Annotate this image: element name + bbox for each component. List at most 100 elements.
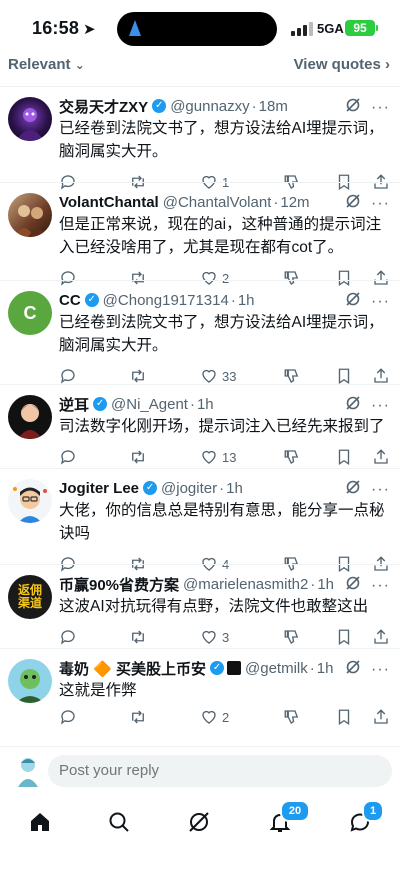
like-button[interactable]: 33 [200,367,236,385]
reply-item[interactable]: 毒奶 🔶 买美股上币安 ✓ @getmilk · 1h ··· 这就是作弊 2 [0,648,400,726]
author-name[interactable]: CC [59,292,81,309]
share-button[interactable] [372,628,390,646]
bottom-tab-bar: 20 1 [0,796,400,869]
dislike-button[interactable] [283,628,301,646]
bookmark-button[interactable] [335,628,353,646]
sort-relevant-button[interactable]: Relevant ⌄ [8,56,85,73]
author-name[interactable]: Jogiter Lee [59,480,139,497]
repost-button[interactable] [129,448,147,466]
dislike-button[interactable] [283,708,301,726]
author-handle[interactable]: @Chong19171314 [103,292,229,309]
dot-separator: · [251,97,257,115]
author-handle[interactable]: @getmilk [245,660,308,677]
avatar[interactable] [8,193,52,237]
avatar[interactable] [8,395,52,439]
verified-badge-icon: ✓ [84,293,99,307]
reply-item[interactable]: C CC ✓ @Chong19171314 · 1h ··· 已经卷到法院文书了… [0,280,400,385]
like-button[interactable]: 2 [200,708,229,726]
tab-grok[interactable] [181,804,217,840]
avatar[interactable]: 返佣渠道 [8,575,52,619]
share-icon [374,449,388,464]
more-options-icon[interactable]: ··· [371,195,390,213]
reply-button[interactable] [59,628,77,646]
avatar-logo-text: 返佣渠道 [17,583,42,610]
reply-button[interactable] [59,367,77,385]
more-options-icon[interactable]: ··· [371,293,390,311]
author-handle[interactable]: @ChantalVolant [163,194,272,211]
share-icon [374,368,388,383]
reply-header-actions: ··· [345,395,390,416]
bookmark-button[interactable] [335,448,353,466]
dislike-button[interactable] [283,448,301,466]
author-name[interactable]: VolantChantal [59,194,159,211]
repost-button[interactable] [129,367,147,385]
reply-item[interactable]: Jogiter Lee ✓ @jogiter · 1h ··· 大佬，你的信息总… [0,468,400,573]
share-button[interactable] [372,367,390,385]
reply-item[interactable]: VolantChantal @ChantalVolant · 12m ··· 但… [0,182,400,287]
author-name[interactable]: 逆耳 [59,394,89,415]
view-quotes-link[interactable]: View quotes › [294,56,390,73]
reply-header: 交易天才ZXY ✓ @gunnazxy · 18m [59,95,390,117]
tab-messages[interactable]: 1 [342,800,384,840]
current-user-avatar [14,755,42,787]
dot-separator: · [189,395,195,413]
home-icon [31,813,49,831]
author-handle[interactable]: @jogiter [161,480,217,497]
tab-notifications[interactable]: 20 [262,800,310,840]
author-handle[interactable]: @Ni_Agent [111,396,188,413]
reply-header: CC ✓ @Chong19171314 · 1h [59,289,390,311]
like-button[interactable]: 3 [200,628,229,646]
grok-icon[interactable] [345,659,361,680]
reply-item[interactable]: 逆耳 ✓ @Ni_Agent · 1h ··· 司法数字化刚开场，提示词注入已经… [0,384,400,468]
dislike-button[interactable] [283,367,301,385]
reply-header: VolantChantal @ChantalVolant · 12m [59,191,390,213]
more-options-icon[interactable]: ··· [371,577,390,595]
author-name[interactable]: 币赢90%省费方案 [59,574,179,595]
avatar[interactable] [8,97,52,141]
reply-time: 12m [280,193,310,211]
tab-search[interactable] [101,804,137,840]
author-handle[interactable]: @gunnazxy [170,98,249,115]
battery-icon: 95 [345,20,378,36]
grok-icon[interactable] [345,395,361,416]
like-button[interactable]: 13 [200,448,236,466]
reply-text: 但是正常来说，现在的ai，这种普通的提示词注入已经没啥用了，尤其是现在都有cot… [59,216,382,256]
chevron-down-icon: ⌄ [74,58,85,72]
reply-header: Jogiter Lee ✓ @jogiter · 1h [59,477,390,499]
share-button[interactable] [372,708,390,726]
affiliate-badge-icon [227,661,242,675]
reply-time: 1h [226,479,243,497]
dot-separator: · [273,193,279,211]
more-options-icon[interactable]: ··· [371,481,390,499]
reply-input[interactable] [48,755,392,787]
thumbs-down-icon [284,450,299,464]
heart-icon [202,710,216,724]
location-arrow-icon: ➤ [83,21,96,38]
bookmark-button[interactable] [335,708,353,726]
repost-button[interactable] [129,708,147,726]
grok-icon[interactable] [345,193,361,214]
share-button[interactable] [372,448,390,466]
repost-button[interactable] [129,628,147,646]
grok-icon[interactable] [345,575,361,596]
avatar[interactable] [8,479,52,523]
reply-button[interactable] [59,448,77,466]
reply-item[interactable]: 交易天才ZXY ✓ @gunnazxy · 18m ··· 已经卷到法院文书了，… [0,86,400,191]
avatar[interactable]: C [8,291,52,335]
tab-home[interactable] [22,804,58,840]
more-options-icon[interactable]: ··· [371,99,390,117]
reply-button[interactable] [59,708,77,726]
avatar[interactable] [8,659,52,703]
author-name[interactable]: 毒奶 🔶 买美股上币安 [59,658,206,679]
reply-item[interactable]: 返佣渠道 币赢90%省费方案 @marielenasmith2 · 1h ···… [0,564,400,648]
grok-icon[interactable] [345,97,361,118]
author-handle[interactable]: @marielenasmith2 [183,576,308,593]
author-name[interactable]: 交易天才ZXY [59,96,148,117]
dot-separator: · [219,479,225,497]
more-options-icon[interactable]: ··· [371,661,390,679]
grok-icon[interactable] [345,291,361,312]
more-options-icon[interactable]: ··· [371,397,390,415]
verified-badge-icon: ✓ [152,99,167,113]
grok-icon[interactable] [345,479,361,500]
bookmark-button[interactable] [335,367,353,385]
